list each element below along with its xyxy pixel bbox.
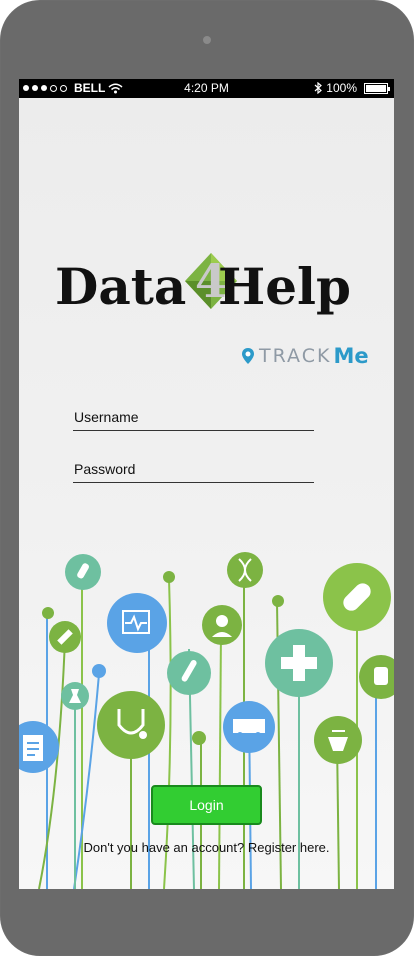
pill-icon <box>323 563 391 631</box>
battery-percent: 100% <box>326 81 357 95</box>
app-screen: BELL 4:20 PM 100% Data 4 Help TRACK Me U… <box>19 79 394 889</box>
logo-text-data: Data <box>55 257 187 316</box>
login-button[interactable]: Login <box>151 785 262 825</box>
status-bar: BELL 4:20 PM 100% <box>19 79 394 98</box>
medical-cross-icon <box>265 629 333 697</box>
register-link[interactable]: Don't you have an account? Register here… <box>19 840 394 855</box>
pharmacy-icon <box>314 716 362 764</box>
status-right: 100% <box>314 81 390 95</box>
flask-icon <box>61 682 89 710</box>
camera-dot <box>203 36 211 44</box>
heartbeat-monitor-icon <box>107 593 167 653</box>
medical-icons-illustration <box>19 552 394 889</box>
location-pin-icon <box>242 348 254 364</box>
stethoscope-icon <box>97 691 165 759</box>
brand-me: Me <box>333 344 369 368</box>
password-field[interactable]: Password <box>73 461 314 483</box>
syringe-icon <box>49 621 81 653</box>
brand-track: TRACK <box>259 345 332 367</box>
password-label: Password <box>74 461 136 477</box>
username-label: Username <box>74 409 139 425</box>
clipboard-icon <box>19 721 59 773</box>
test-tube-icon <box>65 554 101 590</box>
battery-icon <box>364 82 390 94</box>
username-field[interactable]: Username <box>73 409 314 431</box>
iv-bag-icon <box>359 655 394 699</box>
thermometer-icon <box>167 651 211 695</box>
bluetooth-icon <box>314 82 323 94</box>
trackme-brand: TRACK Me <box>241 344 369 368</box>
data4help-logo: Data 4 Help <box>55 249 365 319</box>
ambulance-icon <box>223 701 275 753</box>
logo-text-help: Help <box>218 257 352 316</box>
dna-icon <box>227 552 263 588</box>
nurse-icon <box>202 605 242 645</box>
